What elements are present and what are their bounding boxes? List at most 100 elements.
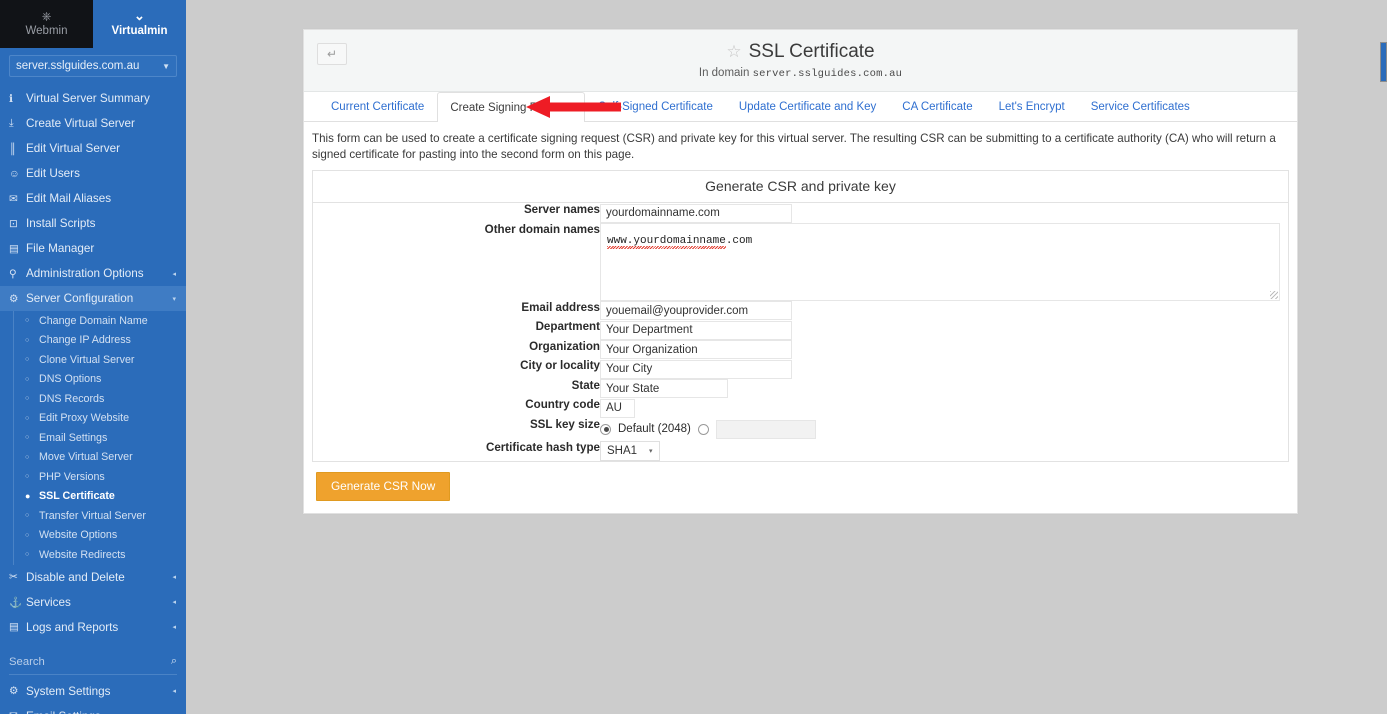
sidebar-subitem-change-domain-name[interactable]: ○Change Domain Name (13, 311, 186, 331)
sidebar: ⎈ Webmin ⌄ Virtualmin server.sslguides.c… (0, 0, 186, 714)
sidebar-item-label: Edit Virtual Server (26, 142, 176, 155)
sidebar-nav-server-configuration-submenu: ○Change Domain Name○Change IP Address○Cl… (0, 311, 186, 565)
brand-tab-webmin-label: Webmin (26, 25, 68, 38)
email-address-input[interactable] (600, 301, 792, 320)
bullet-icon: ○ (25, 532, 39, 539)
brand-tab-virtualmin-label: Virtualmin (111, 25, 167, 38)
sidebar-subitem-label: SSL Certificate (39, 490, 115, 502)
other-domain-names-value: www.yourdomainname.com (607, 235, 752, 247)
bullet-icon: ○ (25, 512, 39, 519)
sidebar-item-logs-and-reports[interactable]: ▤Logs and Reports◂ (0, 615, 186, 640)
sidebar-item-administration-options[interactable]: ⚲Administration Options◂ (0, 261, 186, 286)
chevron-down-icon: ▾ (649, 447, 653, 455)
city-input[interactable] (600, 360, 792, 379)
tab-ca-certificate[interactable]: CA Certificate (889, 92, 985, 121)
state-input[interactable] (600, 379, 728, 398)
sidebar-item-services[interactable]: ⚓Services◂ (0, 590, 186, 615)
field-row-hash-type: Certificate hash type SHA1 ▾ (313, 441, 1288, 461)
brand-tab-virtualmin[interactable]: ⌄ Virtualmin (93, 0, 186, 48)
sidebar-nav-secondary: ✂Disable and Delete◂⚓Services◂▤Logs and … (0, 565, 186, 640)
submit-row: Generate CSR Now (304, 462, 1297, 513)
sliders-icon: ║ (9, 143, 26, 155)
users-icon: ☺ (9, 168, 26, 180)
generate-csr-button[interactable]: Generate CSR Now (316, 472, 450, 501)
other-domain-names-textarea[interactable]: www.yourdomainname.com (600, 223, 1280, 301)
sidebar-subitem-email-settings[interactable]: ○Email Settings (13, 428, 186, 448)
page-subtitle-domain: server.sslguides.com.au (753, 68, 903, 80)
domain-select[interactable]: server.sslguides.com.au ▼ (9, 55, 177, 77)
certificate-hash-type-select[interactable]: SHA1 ▾ (600, 441, 660, 461)
bullet-icon: ○ (25, 337, 39, 344)
back-button[interactable]: ↵ (317, 43, 347, 65)
sidebar-item-install-scripts[interactable]: ⊡Install Scripts (0, 211, 186, 236)
server-names-input[interactable] (600, 204, 792, 223)
right-edge-toggle[interactable] (1380, 42, 1387, 82)
tab-update-certificate-and-key[interactable]: Update Certificate and Key (726, 92, 889, 121)
sidebar-item-disable-and-delete[interactable]: ✂Disable and Delete◂ (0, 565, 186, 590)
sidebar-item-label: Server Configuration (26, 292, 172, 305)
sidebar-subitem-ssl-certificate[interactable]: ●SSL Certificate (13, 487, 186, 507)
sidebar-item-edit-users[interactable]: ☺Edit Users (0, 161, 186, 186)
tab-bar: Current CertificateCreate Signing Reques… (304, 92, 1297, 122)
tab-self-signed-certificate[interactable]: Self-Signed Certificate (585, 92, 725, 121)
page-title-text: SSL Certificate (749, 40, 875, 64)
panel-header: ↵ ☆ SSL Certificate In domain server.ssl… (304, 30, 1297, 92)
sidebar-item-edit-mail-aliases[interactable]: ✉Edit Mail Aliases (0, 186, 186, 211)
sidebar-subitem-dns-options[interactable]: ○DNS Options (13, 370, 186, 390)
sidebar-subitem-clone-virtual-server[interactable]: ○Clone Virtual Server (13, 350, 186, 370)
sidebar-subitem-php-versions[interactable]: ○PHP Versions (13, 467, 186, 487)
label-organization: Organization (313, 340, 600, 360)
sidebar-item-virtual-server-summary[interactable]: ℹVirtual Server Summary (0, 86, 186, 111)
disable-icon: ✂ (9, 571, 26, 583)
field-row-state: State (313, 379, 1288, 399)
sidebar-item-email-settings[interactable]: ✉Email Settings◂ (0, 704, 186, 714)
page-subtitle: In domain server.sslguides.com.au (318, 67, 1283, 80)
tab-service-certificates[interactable]: Service Certificates (1078, 92, 1203, 121)
bullet-icon: ○ (25, 454, 39, 461)
sidebar-nav-primary: ℹVirtual Server Summary⤓Create Virtual S… (0, 86, 186, 311)
sidebar-subitem-website-redirects[interactable]: ○Website Redirects (13, 545, 186, 565)
search-placeholder: Search (9, 656, 171, 668)
sidebar-subitem-label: Website Redirects (39, 549, 126, 561)
tab-create-signing-request[interactable]: Create Signing Request (437, 92, 585, 122)
sidebar-search[interactable]: Search ⌕ (9, 650, 177, 675)
organization-input[interactable] (600, 340, 792, 359)
sidebar-item-server-configuration[interactable]: ⚙Server Configuration▾ (0, 286, 186, 311)
sidebar-item-system-settings[interactable]: ⚙System Settings◂ (0, 679, 186, 704)
ssl-key-size-options: Default (2048) (600, 418, 1288, 441)
ssl-key-size-custom-input[interactable] (716, 420, 816, 439)
chevron-down-icon: ▼ (162, 62, 170, 71)
resize-grip-icon[interactable] (1270, 291, 1278, 299)
form-fields-table: Server names Other domain names www.your… (313, 203, 1288, 461)
ssl-key-size-default-label: Default (2048) (618, 423, 691, 435)
tab-let-s-encrypt[interactable]: Let's Encrypt (986, 92, 1078, 121)
sidebar-item-file-manager[interactable]: ▤File Manager (0, 236, 186, 261)
bullet-icon: ○ (25, 376, 39, 383)
tab-current-certificate[interactable]: Current Certificate (318, 92, 437, 121)
sidebar-subitem-change-ip-address[interactable]: ○Change IP Address (13, 331, 186, 351)
country-code-input[interactable] (600, 399, 635, 418)
chevron-icon: ▾ (172, 295, 176, 303)
ssl-key-size-custom-radio[interactable] (698, 424, 709, 435)
sidebar-subitem-transfer-virtual-server[interactable]: ○Transfer Virtual Server (13, 506, 186, 526)
ssl-key-size-default-radio[interactable] (600, 424, 611, 435)
sidebar-item-create-virtual-server[interactable]: ⤓Create Virtual Server (0, 111, 186, 136)
certificate-hash-type-value: SHA1 (607, 445, 637, 457)
sidebar-subitem-label: Transfer Virtual Server (39, 510, 146, 522)
field-row-email-address: Email address (313, 301, 1288, 321)
sidebar-item-edit-virtual-server[interactable]: ║Edit Virtual Server (0, 136, 186, 161)
bullet-filled-icon: ● (25, 491, 39, 501)
sidebar-subitem-move-virtual-server[interactable]: ○Move Virtual Server (13, 448, 186, 468)
sidebar-subitem-edit-proxy-website[interactable]: ○Edit Proxy Website (13, 409, 186, 429)
brand-tab-webmin[interactable]: ⎈ Webmin (0, 0, 93, 48)
department-input[interactable] (600, 321, 792, 340)
sidebar-subitem-dns-records[interactable]: ○DNS Records (13, 389, 186, 409)
sidebar-item-label: Create Virtual Server (26, 117, 176, 130)
chevron-icon: ◂ (172, 598, 176, 606)
sidebar-item-label: System Settings (26, 685, 172, 698)
star-icon[interactable]: ☆ (726, 40, 741, 64)
sidebar-subitem-label: Edit Proxy Website (39, 412, 129, 424)
sidebar-item-label: Administration Options (26, 267, 172, 280)
field-row-organization: Organization (313, 340, 1288, 360)
sidebar-subitem-website-options[interactable]: ○Website Options (13, 526, 186, 546)
